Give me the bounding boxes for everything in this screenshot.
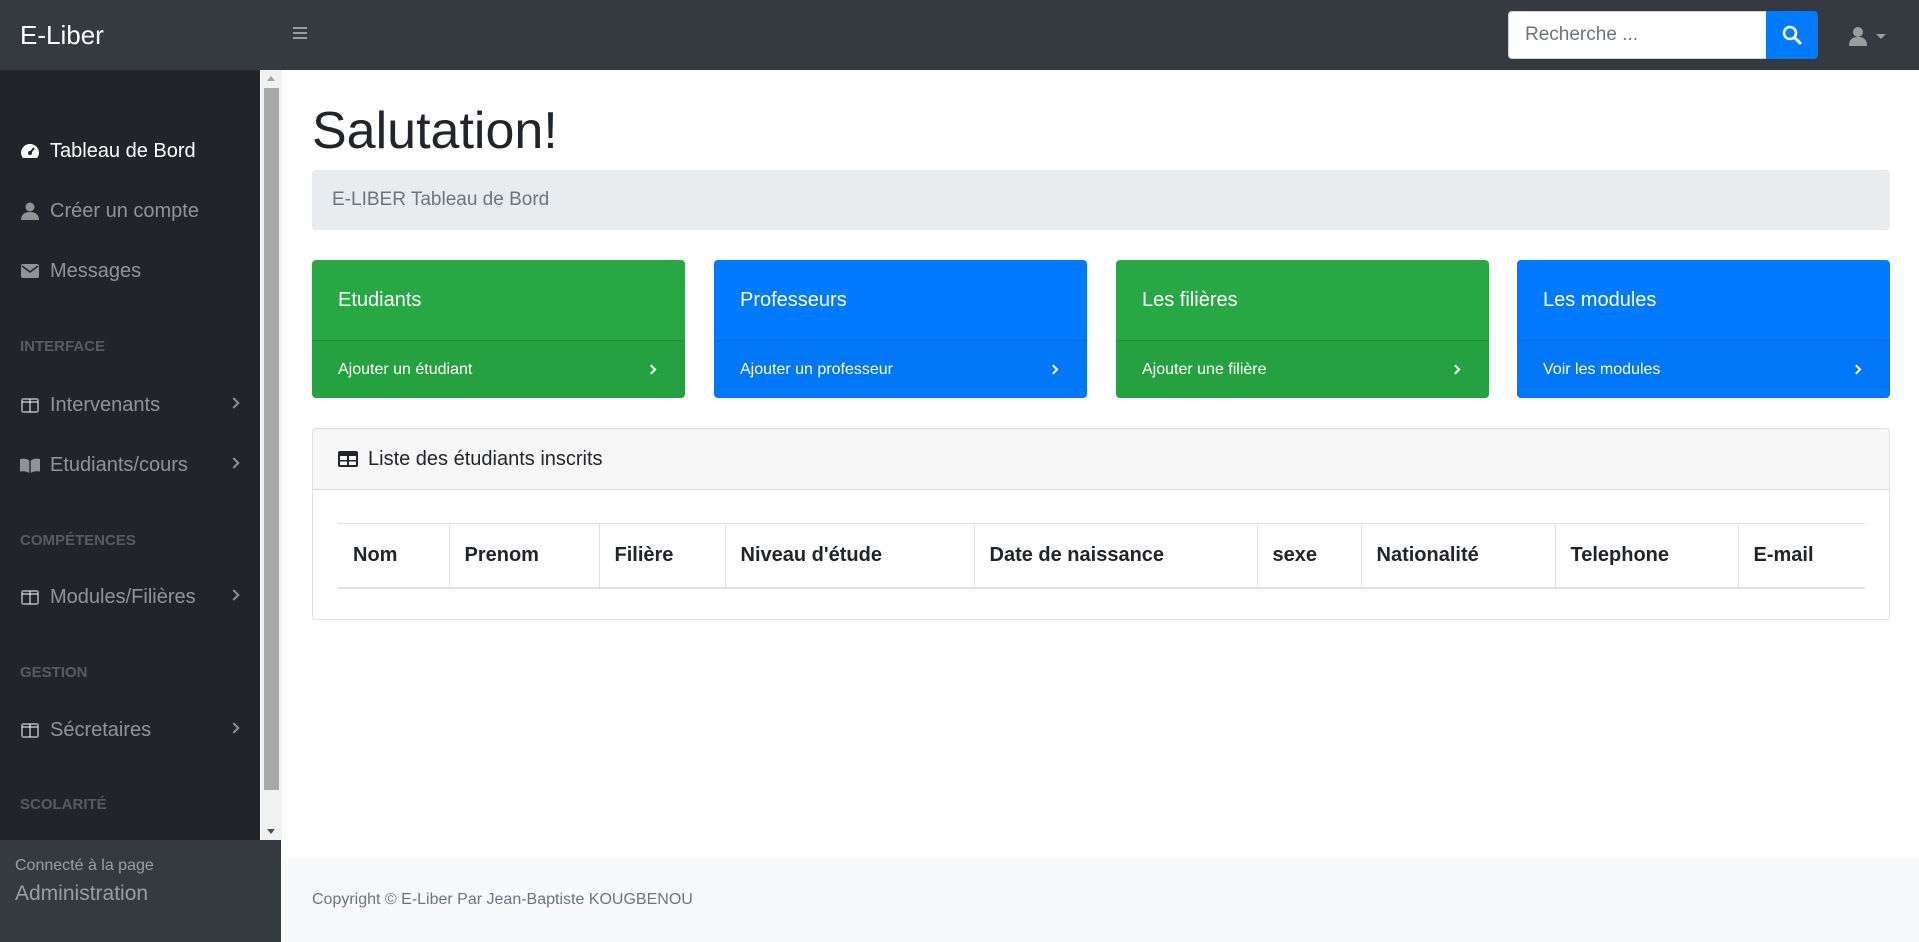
column-header-telephone[interactable]: Telephone: [1555, 523, 1739, 589]
card-link-add-professor[interactable]: Ajouter un professeur: [714, 340, 1087, 398]
columns-icon: [20, 720, 40, 740]
sidebar-item-messages[interactable]: Messages: [0, 246, 260, 296]
book-open-icon: [20, 455, 40, 475]
card-link-label: Ajouter un professeur: [740, 360, 893, 378]
chevron-right-icon: [1450, 364, 1461, 375]
table-header-row: Nom Prenom Filière Niveau d'étude Date d…: [338, 523, 1865, 589]
sidebar-item-dashboard[interactable]: Tableau de Bord: [0, 126, 260, 176]
card-link-label: Ajouter une filière: [1142, 360, 1267, 378]
card-title: Professeurs: [740, 288, 847, 311]
columns-icon: [20, 395, 40, 415]
table-title: Liste des étudiants inscrits: [368, 447, 603, 470]
card-link-add-filiere[interactable]: Ajouter une filière: [1116, 340, 1489, 398]
sidebar-toggle-button[interactable]: [288, 24, 312, 46]
sidebar-item-label: Modules/Filières: [50, 585, 196, 608]
logged-in-label: Connecté à la page: [15, 857, 154, 874]
column-header-nom[interactable]: Nom: [338, 523, 450, 589]
sidebar-scrollbar[interactable]: [261, 70, 282, 840]
user-icon: [20, 201, 40, 221]
sidebar-item-label: Messages: [50, 259, 142, 282]
column-header-filiere[interactable]: Filière: [599, 523, 726, 589]
card-etudiants: Etudiants Ajouter un étudiant: [312, 260, 685, 398]
chevron-right-icon: [646, 364, 657, 375]
sidebar-item-secretaires[interactable]: Sécretaires: [0, 705, 260, 755]
chevron-right-icon: [228, 397, 240, 409]
sidebar-item-label: Etudiants/cours: [50, 453, 188, 476]
card-professeurs: Professeurs Ajouter un professeur: [714, 260, 1087, 398]
sidebar-item-label: Intervenants: [50, 393, 161, 416]
main-content: Salutation! E-LIBER Tableau de Bord Etud…: [282, 70, 1919, 858]
sidebar-item-modules-filieres[interactable]: Modules/Filières: [0, 572, 260, 622]
user-icon: [1849, 27, 1867, 46]
card-title: Les modules: [1543, 288, 1657, 311]
students-table: Nom Prenom Filière Niveau d'étude Date d…: [338, 523, 1865, 589]
column-header-date-naissance[interactable]: Date de naissance: [974, 523, 1258, 589]
chevron-right-icon: [228, 589, 240, 601]
card-link-label: Ajouter un étudiant: [338, 360, 473, 378]
card-link-add-student[interactable]: Ajouter un étudiant: [312, 340, 685, 398]
scrollbar-thumb[interactable]: [264, 88, 279, 790]
card-link-view-modules[interactable]: Voir les modules: [1517, 340, 1890, 398]
page-footer: Copyright © E-Liber Par Jean-Baptiste KO…: [282, 858, 1919, 942]
column-header-prenom[interactable]: Prenom: [449, 523, 600, 589]
students-table-card: Liste des étudiants inscrits Nom Prenom …: [312, 428, 1890, 620]
scroll-up-arrow-icon[interactable]: [267, 76, 275, 81]
logged-in-page: Administration: [15, 882, 149, 905]
card-modules: Les modules Voir les modules: [1517, 260, 1890, 398]
table-icon: [338, 451, 358, 467]
chevron-right-icon: [228, 457, 240, 469]
search-button[interactable]: [1766, 11, 1818, 59]
sidebar-footer: Connecté à la page Administration: [0, 840, 281, 942]
table-card-header: Liste des étudiants inscrits: [313, 429, 1889, 490]
bars-icon: [293, 27, 307, 29]
card-link-label: Voir les modules: [1543, 360, 1661, 378]
scroll-down-arrow-icon[interactable]: [267, 829, 275, 834]
chevron-right-icon: [1048, 364, 1059, 375]
caret-down-icon: [1876, 34, 1886, 39]
card-title: Etudiants: [338, 288, 422, 311]
envelope-icon: [20, 261, 40, 281]
sidebar-heading-interface: INTERFACE: [20, 338, 106, 355]
columns-icon: [20, 587, 40, 607]
chevron-right-icon: [228, 722, 240, 734]
sidebar: Tableau de Bord Créer un compte Messages…: [0, 70, 260, 840]
sidebar-item-create-account[interactable]: Créer un compte: [0, 186, 260, 236]
card-filieres: Les filières Ajouter une filière: [1116, 260, 1489, 398]
brand-logo[interactable]: E-Liber: [20, 20, 104, 50]
tachometer-icon: [20, 141, 40, 161]
sidebar-item-label: Tableau de Bord: [50, 139, 196, 162]
page-title: Salutation!: [312, 102, 558, 160]
user-dropdown[interactable]: [1848, 24, 1892, 48]
search-form: [1508, 11, 1818, 59]
sidebar-item-label: Créer un compte: [50, 199, 199, 222]
column-header-email[interactable]: E-mail: [1738, 523, 1865, 589]
sidebar-item-intervenants[interactable]: Intervenants: [0, 380, 260, 430]
copyright-text: Copyright © E-Liber Par Jean-Baptiste KO…: [312, 891, 693, 908]
card-title: Les filières: [1142, 288, 1238, 311]
top-navbar: E-Liber: [0, 0, 1919, 70]
breadcrumb-item: E-LIBER Tableau de Bord: [332, 189, 550, 210]
sidebar-item-label: Sécretaires: [50, 718, 152, 741]
breadcrumb: E-LIBER Tableau de Bord: [312, 170, 1890, 230]
search-icon: [1782, 25, 1802, 45]
column-header-niveau[interactable]: Niveau d'étude: [725, 523, 975, 589]
sidebar-heading-competences: COMPÉTENCES: [20, 532, 136, 549]
chevron-right-icon: [1851, 364, 1862, 375]
sidebar-item-etudiants-cours[interactable]: Etudiants/cours: [0, 440, 260, 490]
sidebar-heading-gestion: GESTION: [20, 664, 88, 681]
search-input[interactable]: [1508, 11, 1766, 59]
sidebar-heading-scolarite: SCOLARITÉ: [20, 796, 107, 813]
column-header-nationalite[interactable]: Nationalité: [1361, 523, 1556, 589]
column-header-sexe[interactable]: sexe: [1257, 523, 1362, 589]
